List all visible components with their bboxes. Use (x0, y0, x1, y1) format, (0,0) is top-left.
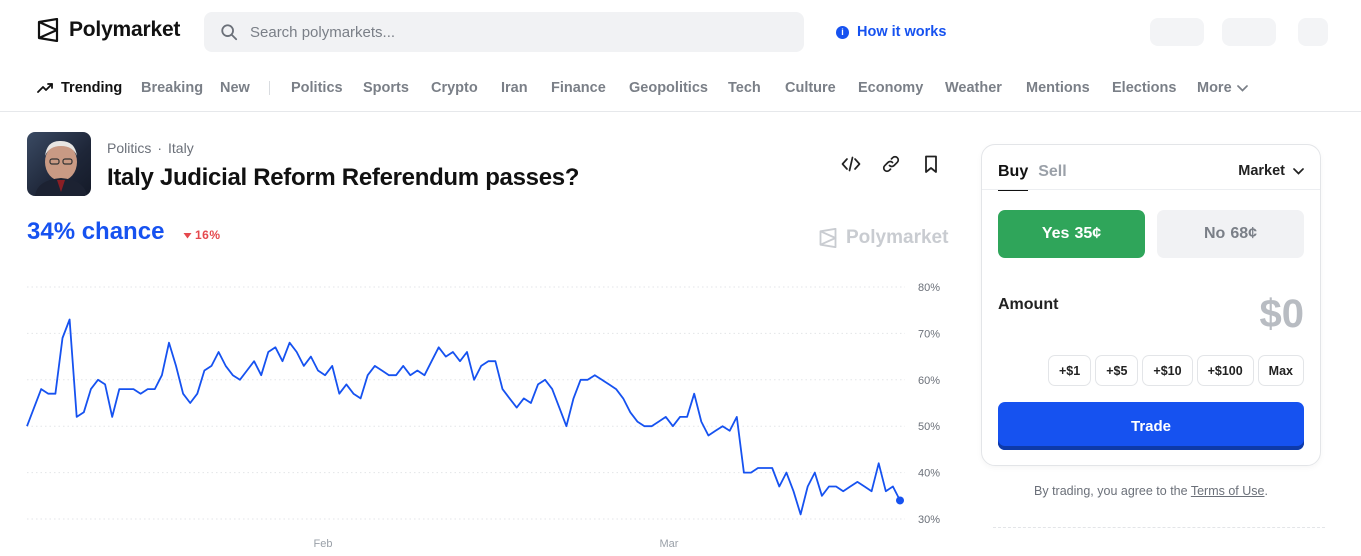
nav-item-finance[interactable]: Finance (551, 80, 606, 96)
bookmark-icon[interactable] (921, 154, 941, 174)
tab-buy[interactable]: Buy (998, 163, 1029, 191)
chevron-down-icon (1293, 167, 1304, 175)
chart-watermark: Polymarket (818, 227, 948, 249)
no-price: 68¢ (1230, 225, 1258, 242)
nav-item-sports[interactable]: Sports (363, 80, 409, 96)
breadcrumb-separator: · (157, 140, 163, 156)
chance-delta: 16% (183, 228, 221, 242)
breadcrumb-category[interactable]: Politics (107, 140, 151, 156)
yes-price: 35¢ (1074, 225, 1102, 242)
no-label: No (1203, 225, 1226, 242)
price-history-chart[interactable]: 80% 70% 60% 50% 40% 30% Feb Mar (0, 270, 960, 556)
event-portrait-image (35, 140, 87, 196)
chance-delta-value: 16% (195, 228, 221, 242)
chance-value: 34% chance (27, 218, 165, 245)
nav-item-elections[interactable]: Elections (1112, 80, 1176, 96)
terms-prefix: By trading, you agree to the (1034, 484, 1188, 498)
nav-more-dropdown[interactable]: More (1197, 80, 1248, 96)
y-tick-label: 80% (918, 282, 940, 294)
copy-link-icon[interactable] (881, 154, 901, 174)
y-tick-label: 50% (918, 421, 940, 433)
amount-label: Amount (998, 296, 1059, 313)
order-type-select[interactable]: Market (1238, 163, 1304, 179)
breadcrumb-subcategory[interactable]: Italy (168, 140, 194, 156)
order-type-label: Market (1238, 163, 1285, 179)
terms-of-use-link[interactable]: Terms of Use (1191, 484, 1265, 498)
nav-item-tech[interactable]: Tech (728, 80, 761, 96)
nav-item-politics[interactable]: Politics (291, 80, 343, 96)
trade-button[interactable]: Trade (998, 402, 1304, 450)
embed-code-icon[interactable] (841, 154, 861, 174)
brand-logo[interactable]: Polymarket (36, 18, 180, 42)
y-tick-label: 30% (918, 514, 940, 526)
trade-panel: Buy Sell Market Yes 35¢ No 68¢ Amount $0… (981, 144, 1321, 466)
price-series-line (26, 318, 901, 516)
nav-label-trending: Trending (61, 80, 123, 96)
trade-tabs: Buy Sell (998, 163, 1067, 191)
search-input[interactable] (250, 23, 770, 41)
yes-label: Yes (1041, 225, 1070, 242)
menu-button-placeholder[interactable] (1298, 18, 1328, 46)
sidebar-divider (993, 527, 1325, 528)
nav-more-label: More (1197, 80, 1232, 96)
nav-item-geopolitics[interactable]: Geopolitics (629, 80, 708, 96)
add-1-button[interactable]: +$1 (1047, 355, 1092, 386)
nav-item-crypto[interactable]: Crypto (431, 80, 478, 96)
x-tick-label: Mar (660, 538, 679, 550)
how-it-works-link[interactable]: i How it works (836, 24, 946, 40)
tab-sell[interactable]: Sell (1038, 163, 1066, 191)
x-tick-label: Feb (314, 538, 333, 550)
quick-amount-chips: +$1 +$5 +$10 +$100 Max (1047, 355, 1304, 386)
nav-item-iran[interactable]: Iran (501, 80, 528, 96)
nav-item-mentions[interactable]: Mentions (1026, 80, 1090, 96)
current-price-point (896, 496, 904, 505)
buy-yes-button[interactable]: Yes 35¢ (998, 210, 1145, 258)
search-icon (221, 24, 238, 41)
add-10-button[interactable]: +$10 (1142, 355, 1193, 386)
y-tick-label: 70% (918, 328, 940, 340)
login-button-placeholder[interactable] (1150, 18, 1204, 46)
y-tick-label: 60% (918, 375, 940, 387)
signup-button-placeholder[interactable] (1222, 18, 1276, 46)
max-button[interactable]: Max (1257, 355, 1304, 386)
nav-item-culture[interactable]: Culture (785, 80, 836, 96)
breadcrumb: Politics · Italy (107, 140, 194, 156)
event-title: Italy Judicial Reform Referendum passes? (107, 164, 580, 191)
how-it-works-label: How it works (857, 24, 947, 40)
buy-no-button[interactable]: No 68¢ (1157, 210, 1304, 258)
y-tick-label: 40% (918, 468, 940, 480)
trending-up-icon (37, 83, 53, 93)
trade-panel-divider (982, 189, 1320, 190)
polymarket-logo-icon (37, 18, 59, 42)
nav-item-breaking[interactable]: Breaking (141, 80, 203, 96)
brand-name: Polymarket (69, 18, 181, 41)
event-thumbnail (27, 132, 91, 196)
polymarket-watermark-icon (819, 228, 837, 248)
terms-notice: By trading, you agree to the Terms of Us… (981, 484, 1321, 498)
nav-item-economy[interactable]: Economy (858, 80, 923, 96)
amount-input[interactable]: $0 (1260, 292, 1305, 337)
add-5-button[interactable]: +$5 (1095, 355, 1139, 386)
nav-item-weather[interactable]: Weather (945, 80, 1002, 96)
top-header: Polymarket i How it works (0, 0, 1361, 64)
terms-suffix: . (1264, 484, 1268, 498)
nav-divider (269, 81, 270, 95)
nav-item-new[interactable]: New (220, 80, 250, 96)
watermark-text: Polymarket (846, 227, 949, 248)
search-bar[interactable] (204, 12, 804, 52)
caret-down-icon (183, 232, 192, 238)
info-icon: i (836, 25, 849, 39)
nav-item-trending[interactable]: Trending (37, 80, 122, 96)
chevron-down-icon (1236, 84, 1248, 92)
add-100-button[interactable]: +$100 (1196, 355, 1254, 386)
